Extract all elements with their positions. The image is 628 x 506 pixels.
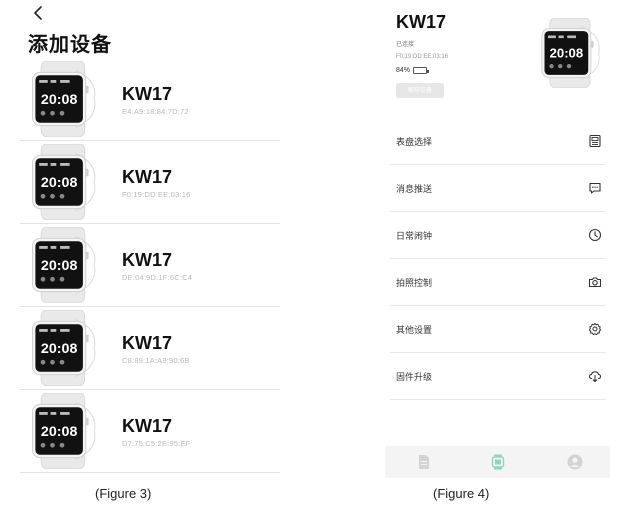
menu-item-camera-control[interactable]: 拍照控制 (390, 259, 606, 306)
menu-item-firmware-upgrade[interactable]: 固件升级 (390, 353, 606, 400)
watch-time: 20:08 (41, 258, 78, 274)
menu-item-other-settings[interactable]: 其他设置 (390, 306, 606, 353)
figure-caption: (Figure 3) (95, 486, 152, 501)
smartwatch-image: 20:08 (24, 392, 100, 470)
battery-percent: 84% (396, 67, 411, 74)
menu-item-label: 日常闹钟 (396, 231, 433, 242)
device-name: KW17 (122, 167, 173, 187)
figure-caption: (Figure 4) (433, 486, 490, 501)
device-mac: D7:75:C5:2E:95:EF (122, 439, 191, 448)
device-list-item[interactable]: 20:08 KW17 C8:89:1A:A9:90:6B (20, 307, 280, 390)
page-title: 添加设备 (28, 32, 112, 56)
device-icon[interactable] (491, 454, 505, 470)
device-name: KW17 (122, 333, 173, 353)
watch-time: 20:08 (41, 424, 78, 440)
camera-icon (588, 277, 602, 288)
smartwatch-image: 20:08 (24, 143, 100, 221)
gear-icon (588, 323, 602, 336)
watch-time: 20:08 (41, 341, 78, 357)
device-model: KW17 (396, 12, 447, 32)
watch-time: 20:08 (41, 92, 78, 108)
clock-icon (588, 228, 602, 242)
device-mac: DE:04:9D:1F:6C:C4 (122, 273, 193, 282)
menu-item-alarm[interactable]: 日常闹钟 (390, 212, 606, 259)
device-list-item[interactable]: 20:08 KW17 DE:04:9D:1F:6C:C4 (20, 224, 280, 307)
smartwatch-image: 20:08 (24, 309, 100, 387)
battery-status: 84% (396, 67, 430, 74)
device-mac: E4:A9:18:84:7D:72 (122, 107, 189, 116)
device-name: KW17 (122, 416, 173, 436)
device-mac: C8:89:1A:A9:90:6B (122, 356, 190, 365)
battery-icon (413, 67, 430, 74)
cloud-download-icon (588, 371, 602, 383)
device-list: 20:08 KW17 E4:A9:18:84:7D:72 20:08 KW17 … (20, 58, 280, 473)
watch-time: 20:08 (41, 175, 78, 191)
add-device-screen: 添加设备 20:08 KW17 E4:A9:18:84:7D:72 20:08 … (0, 0, 300, 480)
device-name: KW17 (122, 84, 173, 104)
menu-item-message-push[interactable]: 消息推送 (390, 165, 606, 212)
smartwatch-image: 20:08 (24, 60, 100, 138)
settings-menu: 表盘选择 消息推送 日常闹钟 拍照控制 其他设置 固件升级 (390, 118, 606, 400)
menu-item-watch-face[interactable]: 表盘选择 (390, 118, 606, 165)
device-name: KW17 (122, 250, 173, 270)
device-settings-screen: KW17 已连接 F0:19:DD:EE:03:16 84% 解绑设备 20:0… (385, 0, 610, 480)
back-arrow-icon[interactable] (30, 4, 48, 22)
menu-item-label: 拍照控制 (396, 278, 433, 289)
bottom-tab-bar (385, 446, 610, 478)
menu-item-label: 表盘选择 (396, 137, 433, 148)
profile-icon[interactable] (567, 454, 583, 470)
smartwatch-image: 20:08 (24, 226, 100, 304)
smartwatch-image: 20:08 (534, 16, 604, 90)
device-list-item[interactable]: 20:08 KW17 E4:A9:18:84:7D:72 (20, 58, 280, 141)
device-list-item[interactable]: 20:08 KW17 F0:19:DD:EE:03:16 (20, 141, 280, 224)
device-mac: F0:19:DD:EE:03:16 (122, 190, 191, 199)
menu-item-label: 其他设置 (396, 325, 433, 336)
menu-item-label: 消息推送 (396, 184, 433, 195)
document-icon[interactable] (417, 454, 431, 470)
connection-status: 已连接 (396, 41, 415, 48)
message-icon (589, 182, 601, 194)
device-mac: F0:19:DD:EE:03:16 (396, 54, 449, 60)
watch-time: 20:08 (550, 45, 584, 60)
unbind-device-button[interactable]: 解绑设备 (396, 83, 444, 98)
menu-item-label: 固件升级 (396, 372, 433, 383)
device-list-item[interactable]: 20:08 KW17 D7:75:C5:2E:95:EF (20, 390, 280, 473)
watch-face-icon (589, 134, 601, 148)
